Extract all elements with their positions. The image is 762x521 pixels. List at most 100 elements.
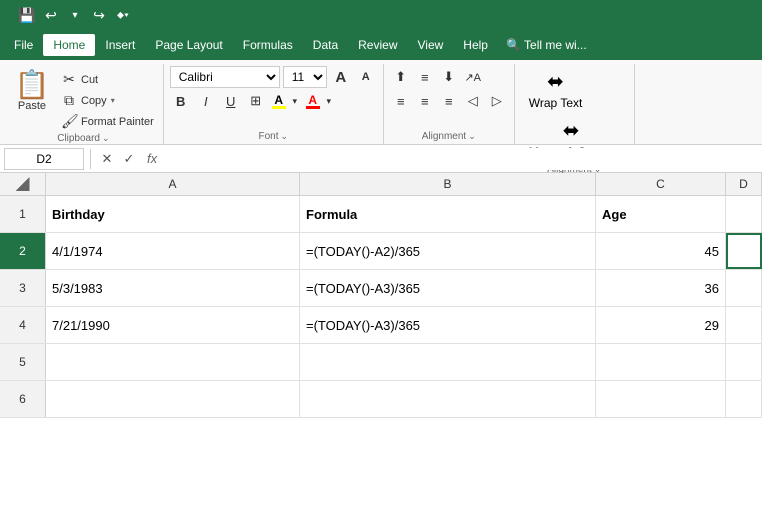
menu-insert[interactable]: Insert <box>95 34 145 56</box>
orientation-button[interactable]: ↗A <box>462 66 484 88</box>
align-right-button[interactable]: ≡ <box>438 90 460 112</box>
decrease-indent-button[interactable]: ◁ <box>462 90 484 112</box>
cancel-formula-button[interactable]: ✕ <box>97 149 117 169</box>
align-left-button[interactable]: ≡ <box>390 90 412 112</box>
formula-bar: D2 ✕ ✓ fx <box>0 145 762 173</box>
column-header-a[interactable]: A <box>46 173 300 195</box>
tell-me-input[interactable]: 🔍 Tell me wi... <box>498 36 595 54</box>
column-header-b[interactable]: B <box>300 173 596 195</box>
font-grow-button[interactable]: A <box>330 66 352 88</box>
align-bottom-button[interactable]: ⬇ <box>438 66 460 88</box>
row-number-6[interactable]: 6 <box>0 381 46 417</box>
table-row: 1 Birthday Formula Age <box>0 196 762 233</box>
undo-button[interactable]: ↩ <box>40 4 62 26</box>
font-shrink-button[interactable]: A <box>355 66 377 88</box>
menu-file[interactable]: File <box>4 34 43 56</box>
cell-c6[interactable] <box>596 381 726 417</box>
cell-b6[interactable] <box>300 381 596 417</box>
quick-access-toolbar: 💾 ↩ ▾ ↪ ⬥▾ <box>8 0 142 30</box>
fill-color-button[interactable]: A <box>270 92 288 111</box>
align-middle-button[interactable]: ≡ <box>414 66 436 88</box>
undo-dropdown[interactable]: ▾ <box>64 4 86 26</box>
menu-home[interactable]: Home <box>43 34 95 56</box>
cell-c4[interactable]: 29 <box>596 307 726 343</box>
customize-quick-access[interactable]: ⬥▾ <box>112 4 134 26</box>
cut-button[interactable]: ✂ Cut <box>58 70 157 89</box>
menu-help[interactable]: Help <box>453 34 498 56</box>
cell-b2[interactable]: =(TODAY()-A2)/365 <box>300 233 596 269</box>
borders-button[interactable]: ⊞ <box>245 90 267 112</box>
italic-button[interactable]: I <box>195 90 217 112</box>
cell-d1[interactable] <box>726 196 762 232</box>
column-header-d[interactable]: D <box>726 173 762 195</box>
select-all-icon <box>16 177 30 191</box>
cell-c2[interactable]: 45 <box>596 233 726 269</box>
increase-indent-button[interactable]: ▷ <box>486 90 508 112</box>
font-name-select[interactable]: Calibri <box>170 66 280 88</box>
formula-bar-divider <box>90 149 91 169</box>
cell-b5[interactable] <box>300 344 596 380</box>
confirm-formula-button[interactable]: ✓ <box>119 149 139 169</box>
paste-button[interactable]: 📋 Paste <box>10 66 54 114</box>
insert-function-button[interactable]: fx <box>143 151 161 166</box>
alignment-expand-icon[interactable]: ⌄ <box>468 131 476 142</box>
table-row: 6 <box>0 381 762 418</box>
row-number-2[interactable]: 2 <box>0 233 46 269</box>
wrap-text-label: Wrap Text <box>529 96 583 110</box>
align-top-button[interactable]: ⬆ <box>390 66 412 88</box>
menu-formulas[interactable]: Formulas <box>233 34 303 56</box>
cell-b3[interactable]: =(TODAY()-A3)/365 <box>300 270 596 306</box>
menu-page-layout[interactable]: Page Layout <box>145 34 232 56</box>
cell-c5[interactable] <box>596 344 726 380</box>
cell-a3[interactable]: 5/3/1983 <box>46 270 300 306</box>
table-row: 5 <box>0 344 762 381</box>
align-center-button[interactable]: ≡ <box>414 90 436 112</box>
row-number-3[interactable]: 3 <box>0 270 46 306</box>
ribbon: 📋 Paste ✂ Cut ⧉ Copy ▾ 🖌 Format <box>0 60 762 145</box>
copy-dropdown-arrow[interactable]: ▾ <box>111 96 115 105</box>
cell-a2[interactable]: 4/1/1974 <box>46 233 300 269</box>
row-number-5[interactable]: 5 <box>0 344 46 380</box>
cell-b1[interactable]: Formula <box>300 196 596 232</box>
cell-d2[interactable] <box>726 233 762 269</box>
cell-reference-box[interactable]: D2 <box>4 148 84 170</box>
cut-label: Cut <box>81 74 98 86</box>
font-group-label: Font ⌄ <box>170 129 377 144</box>
cell-d4[interactable] <box>726 307 762 343</box>
font-size-select[interactable]: 11 <box>283 66 327 88</box>
corner-header[interactable] <box>0 173 46 195</box>
copy-button[interactable]: ⧉ Copy ▾ <box>58 91 157 110</box>
redo-button[interactable]: ↪ <box>88 4 110 26</box>
menu-data[interactable]: Data <box>303 34 348 56</box>
formula-input[interactable] <box>165 148 758 170</box>
underline-button[interactable]: U <box>220 90 242 112</box>
table-row: 3 5/3/1983 =(TODAY()-A3)/365 36 <box>0 270 762 307</box>
wrap-text-button[interactable]: ⬌ Wrap Text <box>521 66 591 113</box>
row-number-1[interactable]: 1 <box>0 196 46 232</box>
bold-button[interactable]: B <box>170 90 192 112</box>
cell-c1[interactable]: Age <box>596 196 726 232</box>
format-painter-label: Format Painter <box>81 116 154 128</box>
cell-a4[interactable]: 7/21/1990 <box>46 307 300 343</box>
menu-review[interactable]: Review <box>348 34 407 56</box>
menu-view[interactable]: View <box>408 34 454 56</box>
clipboard-expand-icon[interactable]: ⌄ <box>102 133 110 144</box>
cell-c3[interactable]: 36 <box>596 270 726 306</box>
cell-d3[interactable] <box>726 270 762 306</box>
fill-color-bar <box>272 106 286 109</box>
save-button[interactable]: 💾 <box>16 4 38 26</box>
row-number-4[interactable]: 4 <box>0 307 46 343</box>
fill-color-dropdown[interactable]: ▾ <box>289 90 301 112</box>
cell-b4[interactable]: =(TODAY()-A3)/365 <box>300 307 596 343</box>
clipboard-group-label: Clipboard ⌄ <box>10 131 157 146</box>
cell-a6[interactable] <box>46 381 300 417</box>
cell-d5[interactable] <box>726 344 762 380</box>
font-color-dropdown[interactable]: ▾ <box>323 90 335 112</box>
cell-a1[interactable]: Birthday <box>46 196 300 232</box>
format-painter-button[interactable]: 🖌 Format Painter <box>58 112 157 131</box>
font-expand-icon[interactable]: ⌄ <box>280 131 288 142</box>
column-header-c[interactable]: C <box>596 173 726 195</box>
cell-d6[interactable] <box>726 381 762 417</box>
cell-a5[interactable] <box>46 344 300 380</box>
font-color-button[interactable]: A <box>304 92 322 111</box>
